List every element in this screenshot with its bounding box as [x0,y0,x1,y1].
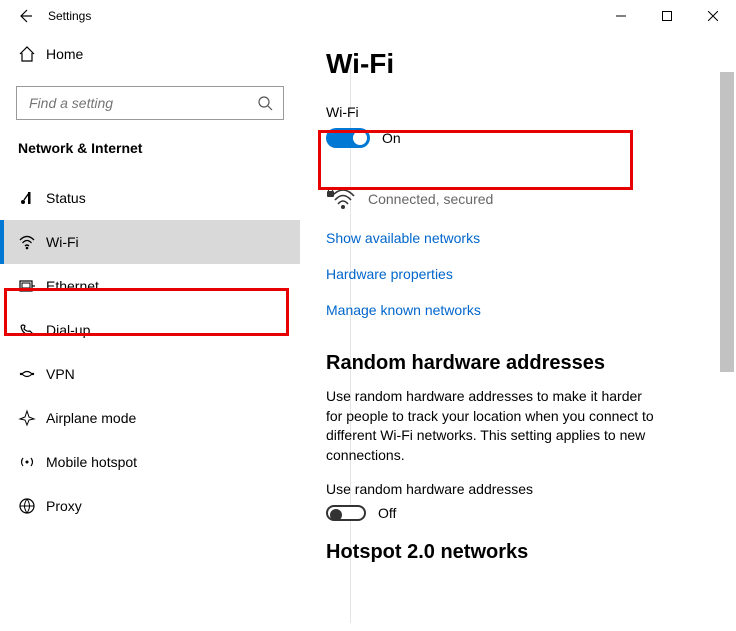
sidebar-item-airplane[interactable]: Airplane mode [0,396,300,440]
close-button[interactable] [690,0,736,32]
status-icon [18,189,46,207]
minimize-button[interactable] [598,0,644,32]
page-title: Wi-Fi [326,48,716,80]
scrollbar-thumb[interactable] [720,72,734,372]
vpn-icon [18,365,46,383]
window-title: Settings [40,9,91,23]
ethernet-icon [18,277,46,295]
sidebar-item-wifi[interactable]: Wi-Fi [0,220,300,264]
sidebar-item-status[interactable]: Status [0,176,300,220]
search-icon [257,95,273,111]
search-input[interactable] [27,94,257,112]
sidebar-item-label: Status [46,190,86,206]
random-hw-heading: Random hardware addresses [326,352,716,375]
random-hw-body: Use random hardware addresses to make it… [326,387,656,465]
link-show-networks[interactable]: Show available networks [326,230,480,246]
random-hw-toggle[interactable] [326,505,366,521]
scrollbar[interactable] [720,72,734,625]
sidebar-item-label: Ethernet [46,278,99,294]
sidebar-item-dialup[interactable]: Dial-up [0,308,300,352]
home-icon [18,45,46,63]
maximize-button[interactable] [644,0,690,32]
random-hw-toggle-state: Off [378,505,396,521]
wifi-toggle-state: On [382,130,401,146]
random-hw-toggle-label: Use random hardware addresses [326,481,716,497]
sidebar-item-ethernet[interactable]: Ethernet [0,264,300,308]
sidebar-item-label: Proxy [46,498,82,514]
wifi-toggle-label: Wi-Fi [326,104,716,120]
sidebar-section-title: Network & Internet [0,136,300,166]
sidebar-item-hotspot[interactable]: Mobile hotspot [0,440,300,484]
airplane-icon [18,409,46,427]
back-button[interactable] [10,8,40,24]
link-manage-known-networks[interactable]: Manage known networks [326,302,481,318]
sidebar-item-label: Airplane mode [46,410,136,426]
hotspot-heading: Hotspot 2.0 networks [326,541,716,564]
sidebar-item-proxy[interactable]: Proxy [0,484,300,528]
wifi-toggle[interactable] [326,128,370,148]
sidebar-item-label: Mobile hotspot [46,454,137,470]
sidebar-item-label: VPN [46,366,75,382]
link-hardware-properties[interactable]: Hardware properties [326,266,453,282]
dialup-icon [18,321,46,339]
network-status: Connected, secured [368,191,493,207]
wifi-icon [18,233,46,251]
home-button[interactable]: Home [0,32,300,76]
sidebar-item-vpn[interactable]: VPN [0,352,300,396]
hotspot-icon [18,453,46,471]
home-label: Home [46,46,83,62]
sidebar-item-label: Wi-Fi [46,234,79,250]
wifi-secured-icon [326,186,356,212]
proxy-icon [18,497,46,515]
search-box[interactable] [16,86,284,120]
sidebar-item-label: Dial-up [46,322,90,338]
